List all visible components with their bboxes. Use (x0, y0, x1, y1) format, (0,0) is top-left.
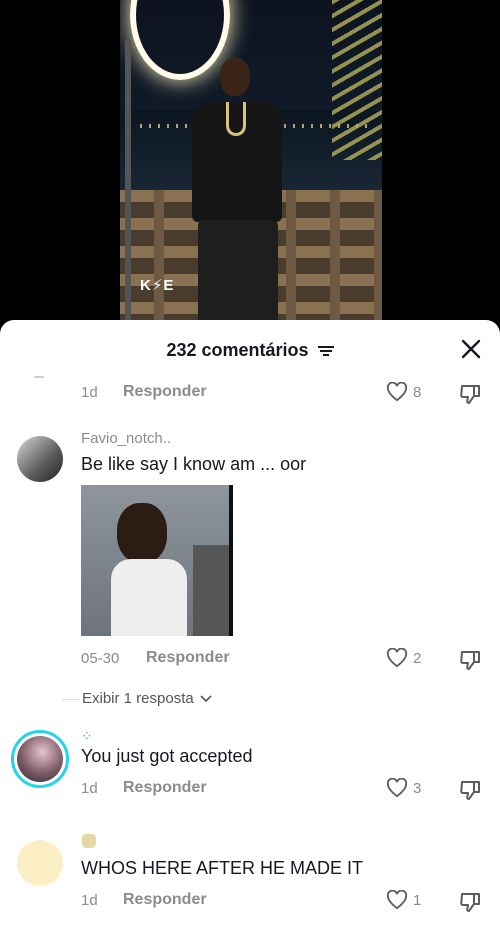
dislike-icon[interactable] (458, 648, 482, 672)
comment-item: Favio_notch.. Be like say I know am ... … (0, 430, 500, 690)
video-frame: K⚡E (120, 0, 382, 340)
comment-text: Be like say I know am ... oor (81, 454, 307, 474)
comments-header: 232 comentários (0, 320, 500, 378)
heart-icon (386, 382, 408, 402)
like-count: 3 (413, 779, 422, 797)
video-player[interactable]: K⚡E (0, 0, 500, 340)
comment-text: You just got accepted (81, 746, 253, 766)
close-icon[interactable] (460, 338, 482, 360)
comment-date: 05-30 (81, 650, 120, 667)
avatar[interactable] (17, 840, 63, 886)
like-button[interactable]: 3 (386, 778, 421, 798)
paw-emoji-icon: ⁘ (81, 728, 93, 744)
comments-count-label: 232 comentários (166, 340, 309, 360)
comment-date: 1d (81, 384, 98, 401)
comment-item: 1d Responder 8 (0, 380, 500, 410)
view-replies-label: Exibir 1 resposta (82, 690, 194, 707)
dislike-icon[interactable] (458, 778, 482, 802)
like-button[interactable]: 8 (386, 382, 421, 402)
like-button[interactable]: 2 (386, 648, 421, 668)
like-count: 8 (413, 383, 422, 401)
heart-icon (386, 778, 408, 798)
like-count: 1 (413, 891, 422, 909)
comment-date: 1d (81, 780, 98, 797)
reply-button[interactable]: Responder (146, 649, 230, 667)
reply-button[interactable]: Responder (123, 383, 207, 401)
face-emoji-icon (82, 834, 96, 848)
scrolled-comment-edge (34, 376, 44, 378)
reply-button[interactable]: Responder (123, 779, 207, 797)
heart-icon (386, 648, 408, 668)
like-count: 2 (413, 649, 422, 667)
reply-button[interactable]: Responder (123, 891, 207, 909)
comment-item: ⁘ You just got accepted 1d Responder 3 (0, 728, 500, 820)
like-button[interactable]: 1 (386, 890, 421, 910)
heart-icon (386, 890, 408, 910)
comment-text: WHOS HERE AFTER HE MADE IT (81, 858, 364, 878)
view-replies-button[interactable]: Exibir 1 resposta (62, 690, 212, 707)
avatar[interactable] (17, 436, 63, 482)
chevron-down-icon (200, 694, 212, 702)
dislike-icon[interactable] (458, 890, 482, 914)
comment-username[interactable]: Favio_notch.. (81, 430, 171, 447)
comment-date: 1d (81, 892, 98, 909)
comment-item: WHOS HERE AFTER HE MADE IT 1d Responder … (0, 834, 500, 934)
avatar-story-ring[interactable] (11, 730, 69, 788)
dislike-icon[interactable] (458, 382, 482, 406)
filter-icon[interactable] (317, 341, 334, 362)
video-watermark: K⚡E (140, 277, 175, 294)
comments-sheet: 232 comentários 1d Responder 8 Favio_not… (0, 320, 500, 939)
comments-count-title: 232 comentários (0, 340, 500, 362)
comment-image[interactable] (81, 485, 233, 636)
video-person (182, 40, 292, 340)
